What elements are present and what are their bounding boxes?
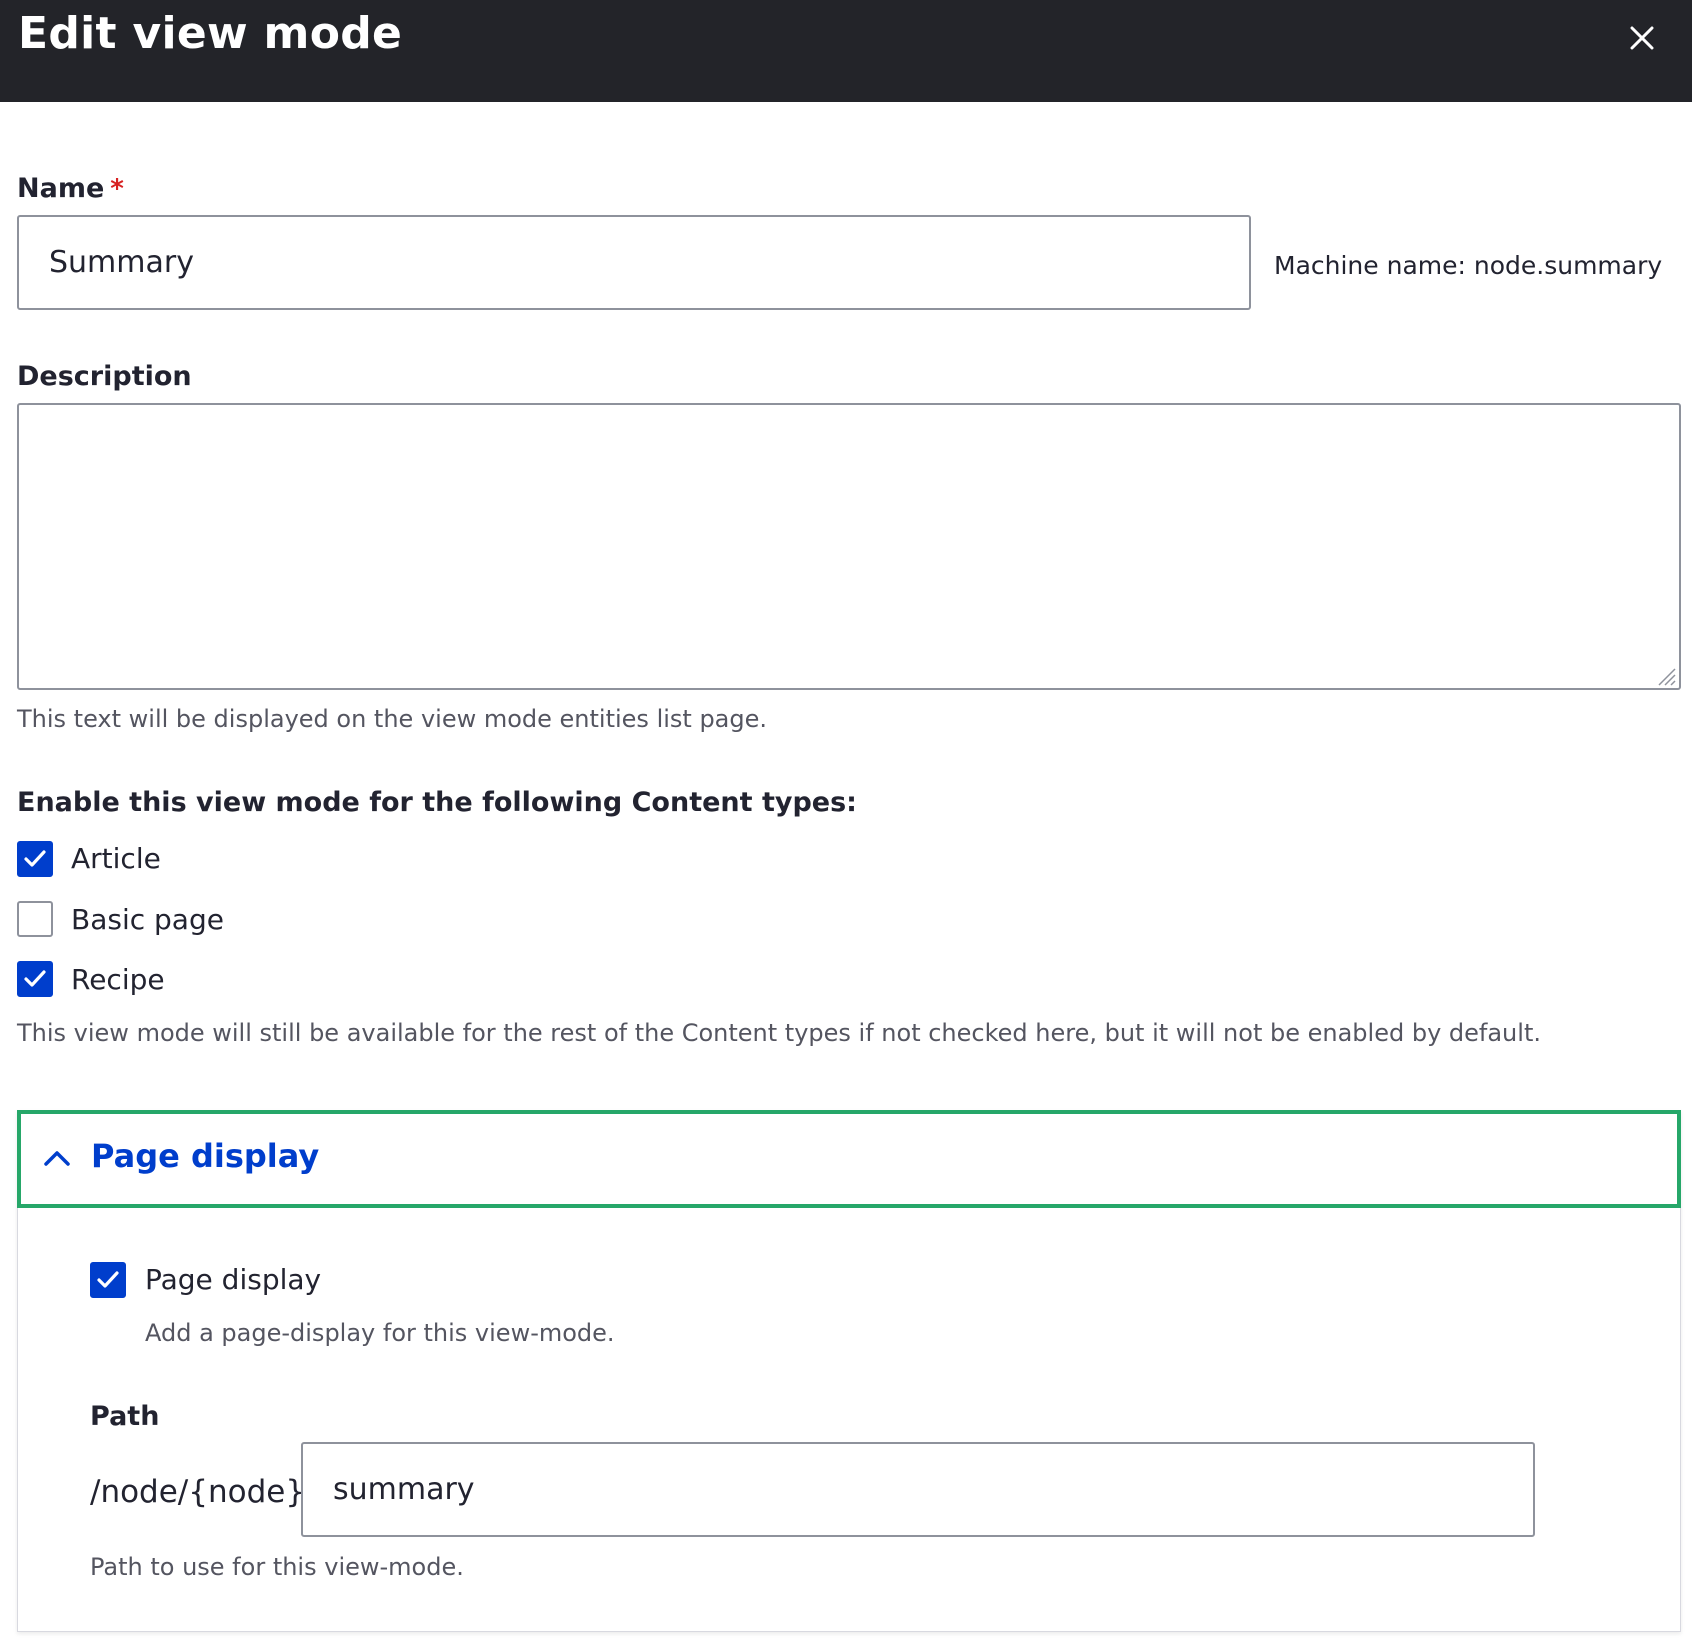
description-label: Description [17,361,192,392]
name-input[interactable] [17,215,1251,310]
resize-handle-icon[interactable] [1656,666,1676,686]
page-display-summary-label: Page display [91,1137,320,1175]
checkbox-basic-page[interactable] [17,901,53,937]
path-label: Path [90,1401,160,1432]
checkbox-recipe[interactable] [17,961,53,997]
path-prefix: /node/{node}/ [90,1474,316,1510]
checkbox-recipe-label[interactable]: Recipe [71,961,165,999]
checkmark-icon [97,1271,119,1288]
required-marker: * [110,174,124,204]
close-button[interactable] [1622,18,1662,58]
path-help: Path to use for this view-mode. [90,1553,464,1581]
checkbox-basic-page-label[interactable]: Basic page [71,901,224,939]
name-label-text: Name [17,173,105,204]
checkbox-article[interactable] [17,841,53,877]
name-label: Name * [17,171,124,207]
checkbox-page-display[interactable] [90,1262,126,1298]
path-input[interactable] [301,1442,1535,1537]
page-display-help: Add a page-display for this view-mode. [145,1319,615,1347]
description-textarea[interactable] [17,403,1681,690]
content-types-label: Enable this view mode for the following … [17,787,857,818]
close-icon [1630,26,1654,50]
checkbox-page-display-label[interactable]: Page display [145,1261,321,1299]
dialog-header: Edit view mode [0,0,1692,102]
checkmark-icon [24,970,46,987]
machine-name: Machine name: node.summary [1274,251,1663,280]
dialog-title: Edit view mode [18,8,403,59]
description-help: This text will be displayed on the view … [17,705,768,733]
content-types-help: This view mode will still be available f… [17,1019,1541,1047]
page-display-summary[interactable]: Page display [17,1110,1681,1208]
checkbox-article-label[interactable]: Article [71,840,161,878]
chevron-up-icon [44,1151,70,1166]
checkmark-icon [24,850,46,867]
